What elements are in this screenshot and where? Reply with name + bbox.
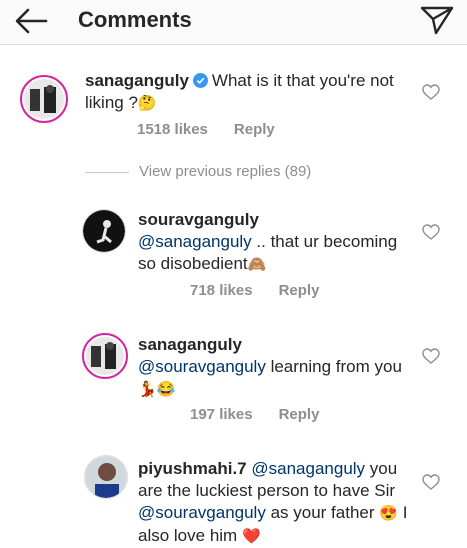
comment-text: piyushmahi.7 @sanaganguly you are the lu…	[138, 458, 418, 548]
comment-username[interactable]: piyushmahi.7	[138, 459, 247, 478]
heart-icon[interactable]	[422, 84, 440, 100]
mention-link[interactable]: @souravganguly	[138, 503, 266, 522]
top-bar: Comments	[0, 0, 467, 45]
comment-body: as your father	[270, 503, 375, 522]
comment-username[interactable]: sanaganguly	[138, 335, 242, 354]
comment-body: learning from you	[270, 357, 402, 376]
comment-text: souravganguly @sanaganguly .. that ur be…	[138, 209, 408, 276]
avatar[interactable]	[82, 333, 128, 379]
comment-text: sanaganguly What is it that you're not li…	[85, 70, 395, 115]
thinking-emoji: 🤔	[137, 95, 157, 112]
mention-link[interactable]: @sanaganguly	[138, 232, 252, 251]
heart-icon[interactable]	[422, 474, 440, 490]
comment-text: sanaganguly @souravganguly learning from…	[138, 334, 408, 401]
comment-meta: 718 likes Reply	[190, 282, 345, 299]
comment-username[interactable]: sanaganguly	[85, 71, 189, 90]
comment-meta: 197 likes Reply	[190, 406, 345, 423]
reply-button[interactable]: Reply	[279, 282, 320, 299]
like-count[interactable]: 1518 likes	[137, 121, 208, 138]
back-arrow-icon[interactable]	[14, 7, 48, 35]
avatar[interactable]	[84, 455, 128, 499]
mention-link[interactable]: @sanaganguly	[251, 459, 365, 478]
comment-meta: 1518 likes Reply	[137, 121, 301, 138]
view-replies-text[interactable]: View previous replies (89)	[139, 163, 311, 180]
reply-button[interactable]: Reply	[234, 121, 275, 138]
avatar[interactable]	[82, 209, 126, 253]
avatar[interactable]	[20, 75, 68, 123]
heart-eyes-emoji: 😍	[379, 505, 398, 522]
red-heart-emoji: ❤️	[241, 528, 261, 545]
heart-icon[interactable]	[422, 224, 440, 240]
verified-badge-icon	[192, 73, 208, 88]
view-previous-replies[interactable]: View previous replies (89)	[85, 163, 345, 183]
heart-icon[interactable]	[422, 348, 440, 364]
direct-send-icon[interactable]	[419, 4, 455, 36]
like-count[interactable]: 718 likes	[190, 282, 253, 299]
reply-button[interactable]: Reply	[279, 406, 320, 423]
page-title: Comments	[78, 7, 192, 32]
divider-line	[85, 172, 129, 173]
like-count[interactable]: 197 likes	[190, 406, 253, 423]
see-no-evil-emoji: 🙈	[247, 256, 267, 273]
dancer-laugh-emoji: 💃😂	[138, 381, 176, 398]
comment-username[interactable]: souravganguly	[138, 210, 259, 229]
mention-link[interactable]: @souravganguly	[138, 357, 266, 376]
